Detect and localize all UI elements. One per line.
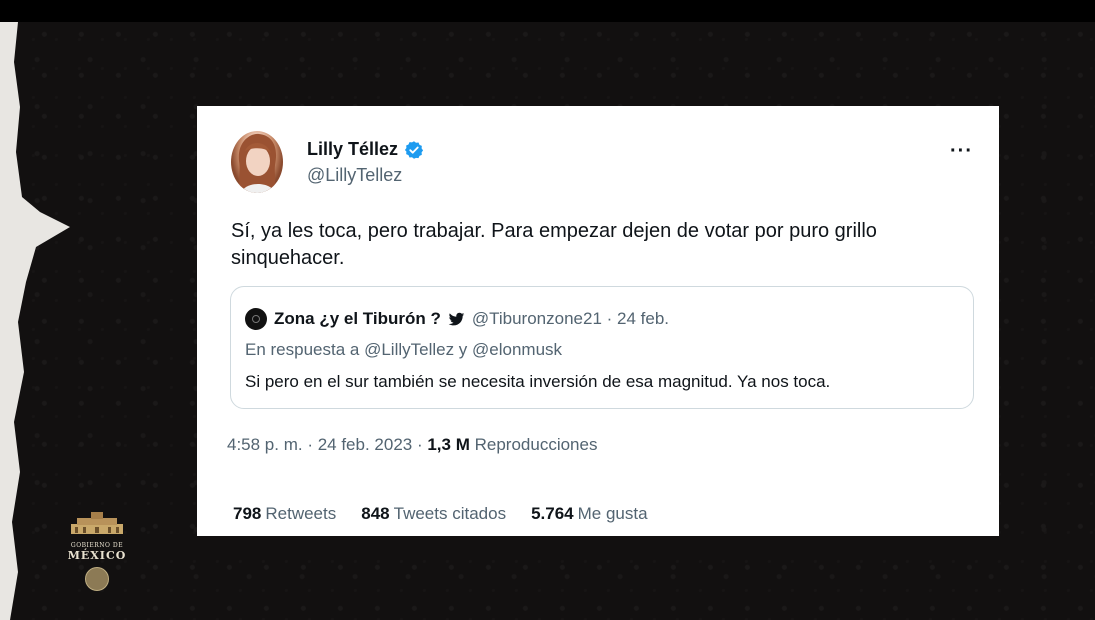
quoted-tweet-text: Si pero en el sur también se necesita in… (245, 372, 831, 391)
views-count: 1,3 M (427, 435, 470, 454)
likes-stat[interactable]: 5.764 Me gusta (531, 504, 647, 524)
likes-count: 5.764 (531, 504, 574, 523)
reply-context: En respuesta a @LillyTellez y @elonmusk (245, 340, 563, 359)
seal-icon (85, 567, 109, 591)
quoted-tweet[interactable]: Zona ¿y el Tiburón ? @Tiburonzone21 · 24… (230, 286, 974, 409)
retweets-stat[interactable]: 798 Retweets (233, 504, 336, 524)
government-logo: GOBIERNO DE MÉXICO (60, 510, 134, 600)
bird-icon (448, 312, 465, 325)
timestamp-text[interactable]: 4:58 p. m. · 24 feb. 2023 · (227, 435, 427, 454)
top-black-bar (0, 0, 1095, 22)
quoted-author-name[interactable]: Zona ¿y el Tiburón ? (274, 309, 441, 329)
logo-line1: GOBIERNO DE (70, 542, 124, 549)
tweet-timestamp: 4:58 p. m. · 24 feb. 2023 · 1,3 M Reprod… (227, 435, 597, 455)
quoted-tweet-header: Zona ¿y el Tiburón ? @Tiburonzone21 · 24… (245, 308, 669, 330)
author-handle[interactable]: @LillyTellez (307, 165, 402, 186)
more-options-icon[interactable]: ··· (950, 140, 973, 163)
likes-label: Me gusta (577, 504, 648, 523)
views-label: Reproducciones (474, 435, 598, 454)
retweets-count: 798 (233, 504, 262, 523)
author-name[interactable]: Lilly Téllez (307, 139, 398, 160)
government-building-icon (71, 512, 123, 534)
quoted-author-meta[interactable]: @Tiburonzone21 · 24 feb. (472, 309, 669, 329)
author-avatar[interactable] (231, 131, 283, 193)
author-name-row[interactable]: Lilly Téllez (307, 139, 424, 160)
verified-badge-icon (404, 140, 424, 159)
tweet-text: Sí, ya les toca, pero trabajar. Para emp… (231, 220, 877, 269)
quotes-stat[interactable]: 848 Tweets citados (361, 504, 506, 524)
quotes-label: Tweets citados (393, 504, 507, 523)
logo-line2: MÉXICO (67, 549, 127, 562)
retweets-label: Retweets (265, 504, 337, 523)
tweet-card[interactable]: Lilly Téllez @LillyTellez ··· Sí, ya les… (197, 106, 999, 536)
engagement-stats: 798 Retweets 848 Tweets citados 5.764 Me gu… (233, 504, 648, 524)
quotes-count: 848 (361, 504, 390, 523)
quoted-author-avatar[interactable] (245, 308, 267, 330)
